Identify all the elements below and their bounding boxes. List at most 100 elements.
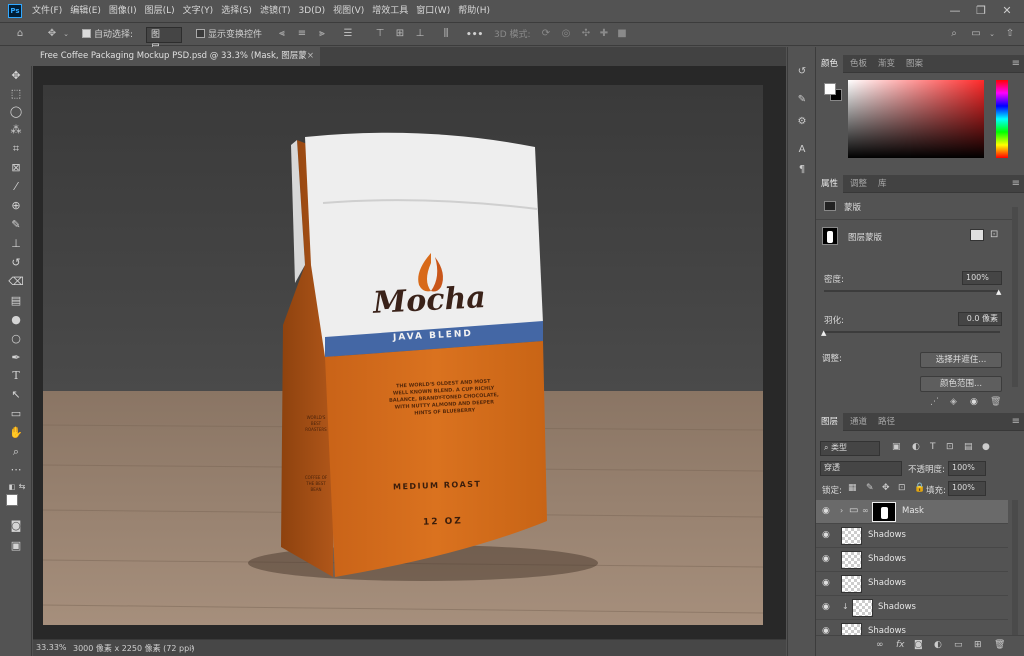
density-input[interactable]: 100% bbox=[962, 271, 1002, 285]
adjustments-panel-icon[interactable]: ⚙ bbox=[795, 115, 809, 129]
trash-icon[interactable]: 🗑 bbox=[994, 640, 1005, 650]
layer-name[interactable]: Shadows bbox=[868, 530, 906, 540]
type-tool-icon[interactable]: T bbox=[8, 368, 24, 384]
load-selection-icon[interactable]: ⋰ bbox=[930, 397, 939, 407]
tab-channels[interactable]: 通道 bbox=[850, 413, 867, 431]
color-range-button[interactable]: 颜色范围... bbox=[920, 376, 1002, 392]
foreground-color-swatch[interactable] bbox=[824, 83, 836, 95]
visibility-eye-icon[interactable]: ◉ bbox=[822, 554, 832, 564]
brush-settings-icon[interactable]: ✎ bbox=[795, 93, 809, 107]
align-top-icon[interactable]: ⊤ bbox=[374, 28, 386, 40]
fx-icon[interactable]: fx bbox=[896, 640, 905, 650]
menu-item[interactable]: 3D(D) bbox=[294, 0, 329, 22]
feather-input[interactable]: 0.0 像素 bbox=[958, 312, 1002, 326]
status-arrow-icon[interactable]: › bbox=[191, 643, 194, 652]
lock-image-icon[interactable]: ✎ bbox=[866, 483, 874, 493]
photoshop-logo-icon[interactable]: Ps bbox=[8, 4, 22, 18]
blur-tool-icon[interactable]: ● bbox=[8, 312, 24, 328]
tab-swatches[interactable]: 色板 bbox=[850, 55, 867, 73]
menu-item[interactable]: 帮助(H) bbox=[454, 0, 494, 22]
tab-libraries[interactable]: 库 bbox=[878, 175, 887, 193]
home-icon[interactable]: ⌂ bbox=[14, 28, 26, 40]
zoom-tool-icon[interactable]: ⌕ bbox=[8, 444, 24, 460]
chevron-down-icon[interactable]: ⌄ bbox=[60, 28, 72, 40]
stamp-tool-icon[interactable]: ⊥ bbox=[8, 236, 24, 252]
magic-wand-tool-icon[interactable]: ⁂ bbox=[8, 122, 24, 138]
hand-tool-icon[interactable]: ✋ bbox=[8, 425, 24, 441]
layer-filter-dropdown[interactable]: ⌕ 类型 bbox=[820, 441, 880, 456]
align-bottom-icon[interactable]: ⊥ bbox=[414, 28, 426, 40]
filter-pixel-icon[interactable]: ▣ bbox=[892, 442, 901, 452]
brush-tool-icon[interactable]: ✎ bbox=[8, 217, 24, 233]
layer-thumbnail[interactable] bbox=[841, 623, 862, 635]
layer-row[interactable]: ◉ › ▭ ∞ Mask bbox=[816, 500, 1008, 524]
auto-select-dropdown[interactable]: 图层 bbox=[146, 27, 182, 54]
mask-icon[interactable]: ◙ bbox=[914, 640, 923, 650]
menu-item[interactable]: 文字(Y) bbox=[179, 0, 218, 22]
align-center-icon[interactable]: ≡ bbox=[296, 28, 308, 40]
edit-toolbar-icon[interactable]: ⋯ bbox=[8, 462, 24, 478]
color-picker-field[interactable] bbox=[848, 80, 984, 158]
layer-row[interactable]: ◉ Shadows bbox=[816, 620, 1008, 635]
swap-colors-icon[interactable]: ⇆ bbox=[14, 479, 30, 495]
eyedropper-tool-icon[interactable]: ⁄ bbox=[8, 179, 24, 195]
menu-item[interactable]: 图层(L) bbox=[141, 0, 179, 22]
close-window-button[interactable]: ✕ bbox=[994, 0, 1020, 22]
select-and-mask-button[interactable]: 选择并遮住... bbox=[920, 352, 1002, 368]
layer-name[interactable]: Mask bbox=[902, 506, 924, 516]
layer-row[interactable]: ◉ Shadows bbox=[816, 572, 1008, 596]
align-right-icon[interactable]: ⫸ bbox=[316, 28, 328, 40]
new-layer-icon[interactable]: ⊞ bbox=[974, 640, 982, 650]
density-slider-handle-icon[interactable]: ▲ bbox=[996, 288, 1001, 296]
adjustment-icon[interactable]: ◐ bbox=[934, 640, 942, 650]
panel-menu-icon[interactable]: ≡ bbox=[1012, 178, 1020, 189]
layer-thumbnail[interactable] bbox=[841, 527, 862, 545]
auto-select-checkbox[interactable]: 自动选择: bbox=[82, 28, 133, 42]
more-options-button[interactable]: ••• bbox=[466, 28, 483, 42]
visibility-eye-icon[interactable]: ◉ bbox=[822, 626, 832, 635]
visibility-eye-icon[interactable]: ◉ bbox=[970, 397, 978, 407]
close-tab-icon[interactable]: × bbox=[307, 47, 314, 66]
tab-adjustments[interactable]: 调整 bbox=[850, 175, 867, 193]
vector-mask-icon[interactable]: ⊡ bbox=[990, 229, 998, 240]
tab-gradients[interactable]: 渐变 bbox=[878, 55, 895, 73]
document-size[interactable]: 3000 像素 x 2250 像素 (72 ppi) bbox=[73, 643, 195, 654]
align-middle-icon[interactable]: ⊞ bbox=[394, 28, 406, 40]
distribute-icon[interactable]: ☰ bbox=[342, 28, 354, 40]
visibility-eye-icon[interactable]: ◉ bbox=[822, 530, 832, 540]
mockup-artwork[interactable]: Mocha JAVA BLEND THE WORLD'S OLDEST AND … bbox=[43, 85, 763, 625]
share-icon[interactable]: ⇧ bbox=[1004, 28, 1016, 40]
panel-menu-icon[interactable]: ≡ bbox=[1012, 58, 1020, 69]
feather-slider-track[interactable] bbox=[824, 331, 1000, 333]
opacity-input[interactable]: 100% bbox=[948, 461, 986, 476]
filter-shape-icon[interactable]: ⊡ bbox=[946, 442, 954, 452]
crop-tool-icon[interactable]: ⌗ bbox=[8, 141, 24, 157]
distribute-vertical-icon[interactable]: ⫼ bbox=[440, 28, 452, 40]
history-brush-tool-icon[interactable]: ↺ bbox=[8, 255, 24, 271]
layer-row[interactable]: ◉ Shadows bbox=[816, 548, 1008, 572]
character-panel-icon[interactable]: A bbox=[795, 143, 809, 157]
workspace-icon[interactable]: ▭ bbox=[970, 28, 982, 40]
tab-paths[interactable]: 路径 bbox=[878, 413, 895, 431]
restore-button[interactable]: ❐ bbox=[968, 0, 994, 22]
layer-mask-thumbnail[interactable] bbox=[822, 227, 838, 245]
paragraph-panel-icon[interactable]: ¶ bbox=[795, 163, 809, 177]
workspace-chevron-icon[interactable]: ⌄ bbox=[986, 28, 998, 40]
filter-adjustment-icon[interactable]: ◐ bbox=[912, 442, 920, 452]
layer-row[interactable]: ◉ ↓ Shadows bbox=[816, 596, 1008, 620]
panel-menu-icon[interactable]: ≡ bbox=[1012, 416, 1020, 427]
layer-thumbnail[interactable] bbox=[852, 599, 873, 617]
move-tool-icon[interactable]: ✥ bbox=[8, 68, 24, 84]
menu-item[interactable]: 图像(I) bbox=[105, 0, 141, 22]
blend-mode-dropdown[interactable]: 穿透 bbox=[820, 461, 902, 476]
layer-name[interactable]: Shadows bbox=[868, 626, 906, 635]
menu-item[interactable]: 选择(S) bbox=[217, 0, 256, 22]
filter-smart-object-icon[interactable]: ▤ bbox=[964, 442, 973, 452]
filter-toggle-icon[interactable]: ● bbox=[982, 442, 990, 452]
fill-input[interactable]: 100% bbox=[948, 481, 986, 496]
layer-name[interactable]: Shadows bbox=[868, 578, 906, 588]
lock-all-icon[interactable]: 🔒 bbox=[914, 483, 925, 493]
search-icon[interactable]: ⌕ bbox=[948, 28, 960, 40]
layer-thumbnail[interactable] bbox=[841, 551, 862, 569]
properties-scrollbar[interactable] bbox=[1012, 207, 1018, 387]
